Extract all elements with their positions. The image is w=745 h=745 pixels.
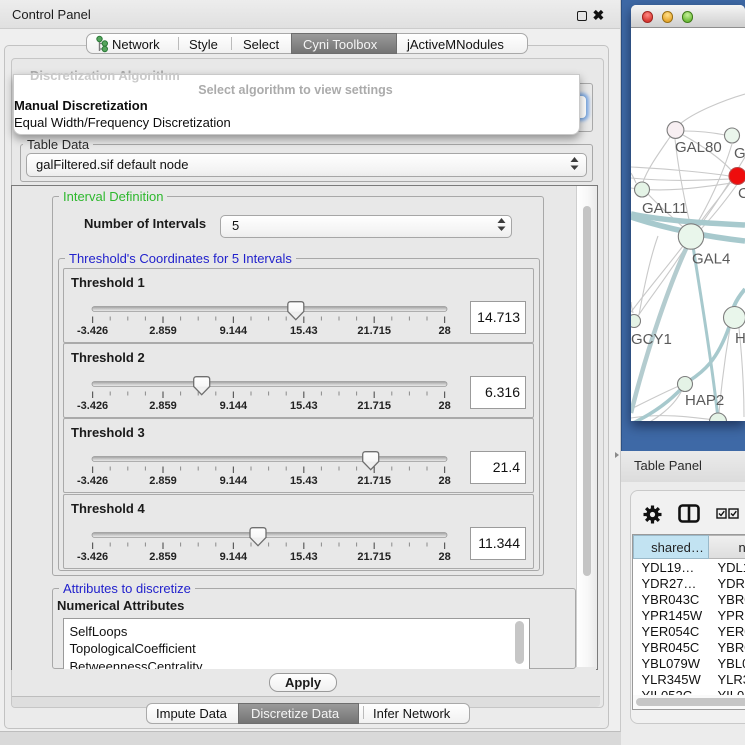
svg-text:28: 28 — [438, 400, 450, 412]
svg-text:21.715: 21.715 — [357, 475, 391, 487]
svg-text:-3.426: -3.426 — [77, 325, 108, 337]
svg-text:-3.426: -3.426 — [77, 400, 108, 412]
svg-text:15.43: 15.43 — [290, 551, 318, 563]
svg-text:H: H — [735, 330, 745, 347]
svg-text:2.859: 2.859 — [149, 400, 177, 412]
svg-text:21.715: 21.715 — [357, 325, 391, 337]
svg-text:GAL80: GAL80 — [675, 139, 722, 156]
svg-text:2.859: 2.859 — [149, 325, 177, 337]
svg-text:GAL11: GAL11 — [642, 200, 688, 217]
svg-text:C: C — [738, 185, 745, 202]
svg-text:15.43: 15.43 — [290, 475, 318, 487]
svg-text:28: 28 — [438, 325, 450, 337]
svg-text:9.144: 9.144 — [220, 551, 248, 563]
svg-text:GA: GA — [734, 145, 745, 162]
svg-text:21.715: 21.715 — [357, 400, 391, 412]
svg-text:15.43: 15.43 — [290, 400, 318, 412]
svg-text:28: 28 — [438, 475, 450, 487]
svg-text:9.144: 9.144 — [220, 475, 248, 487]
svg-text:15.43: 15.43 — [290, 325, 318, 337]
svg-text:-3.426: -3.426 — [77, 551, 108, 563]
svg-text:HAP2: HAP2 — [685, 392, 724, 409]
svg-text:9.144: 9.144 — [220, 325, 248, 337]
svg-text:21.715: 21.715 — [357, 551, 391, 563]
svg-text:-3.426: -3.426 — [77, 475, 108, 487]
svg-text:GAL4: GAL4 — [692, 251, 730, 268]
svg-text:9.144: 9.144 — [220, 400, 248, 412]
svg-text:2.859: 2.859 — [149, 475, 177, 487]
svg-text:GCY1: GCY1 — [631, 331, 672, 348]
svg-text:2.859: 2.859 — [149, 551, 177, 563]
svg-text:28: 28 — [438, 551, 450, 563]
